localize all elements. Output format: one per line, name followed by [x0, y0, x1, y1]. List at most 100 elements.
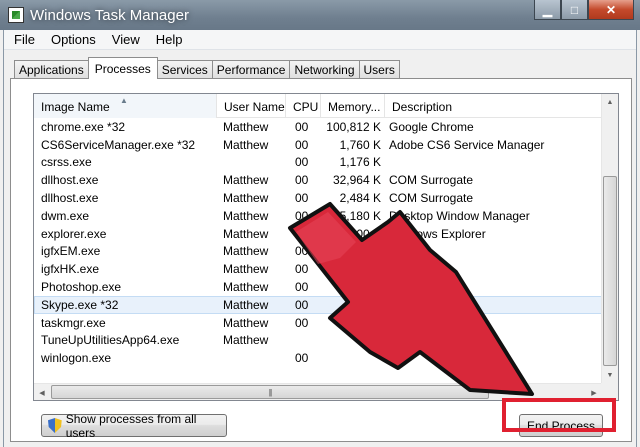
- horizontal-scrollbar[interactable]: ◀ ||| ▶: [34, 383, 603, 400]
- cell-name: csrss.exe: [41, 155, 92, 170]
- cell-name: CS6ServiceManager.exe *32: [41, 137, 196, 152]
- tab-users[interactable]: Users: [358, 60, 400, 79]
- cell-description: Windows Explorer: [389, 226, 486, 241]
- cell-description: Adobe CS6 Service Manager: [389, 137, 545, 152]
- cell-cpu: 00: [295, 155, 309, 170]
- cell-name: igfxEM.exe: [41, 244, 101, 259]
- cell-name: Photoshop.exe: [41, 280, 122, 295]
- process-row[interactable]: dllhost.exe Matthew 00 2,484 K COM Surrogate: [34, 189, 603, 207]
- process-rows: chrome.exe *32 Matthew 00 100,812 K Google C…: [34, 118, 603, 367]
- tab-performance[interactable]: Performance: [211, 60, 291, 79]
- column-image-name[interactable]: ▲ Image Name: [34, 94, 217, 118]
- cell-description: hop CS6: [389, 280, 436, 295]
- scroll-right-icon[interactable]: ▶: [586, 384, 602, 400]
- cell-description: dule: [389, 244, 412, 259]
- show-all-users-label: Show processes from all users: [65, 411, 197, 440]
- process-row[interactable]: dllhost.exe Matthew 00 32,964 K COM Surrogat…: [34, 171, 603, 189]
- tab-networking[interactable]: Networking: [289, 60, 360, 79]
- menu-help[interactable]: Help: [148, 32, 191, 47]
- cell-cpu: 00: [295, 208, 309, 223]
- maximize-button[interactable]: □: [561, 0, 588, 20]
- process-row[interactable]: csrss.exe 00 1,176 K: [34, 154, 603, 172]
- cell-name: chrome.exe *32: [41, 119, 126, 134]
- close-button[interactable]: ✕: [588, 0, 634, 20]
- cell-cpu: 00: [295, 119, 309, 134]
- cell-cpu: 00: [295, 280, 309, 295]
- cell-user: Matthew: [223, 244, 269, 259]
- cell-description: COM Surrogate: [389, 191, 474, 206]
- cell-user: Matthew: [223, 226, 269, 241]
- process-row[interactable]: Photoshop.exe Matthew 00 58 hop CS6: [34, 278, 603, 296]
- horizontal-scroll-thumb[interactable]: |||: [51, 385, 489, 399]
- cell-name: dllhost.exe: [41, 173, 99, 188]
- processes-panel: ▲ Image Name User Name CPU Memory... Des…: [10, 78, 632, 442]
- cell-cpu: 00: [295, 315, 309, 330]
- process-row[interactable]: explorer.exe Matthew 00 900 K Windows Explor…: [34, 225, 603, 243]
- cell-name: explorer.exe: [41, 226, 107, 241]
- process-row[interactable]: winlogon.exe 00: [34, 349, 603, 367]
- title-bar[interactable]: Windows Task Manager ▁ □ ✕: [0, 0, 640, 30]
- cell-user: Matthew: [223, 262, 269, 277]
- vertical-scroll-thumb[interactable]: [603, 176, 617, 366]
- cell-cpu: 00: [295, 297, 309, 312]
- column-description[interactable]: Description: [385, 94, 603, 118]
- process-row[interactable]: chrome.exe *32 Matthew 00 100,812 K Google C…: [34, 118, 603, 136]
- window-title: Windows Task Manager: [30, 6, 189, 24]
- menu-file[interactable]: File: [4, 32, 43, 47]
- cell-name: Skype.exe *32: [41, 297, 119, 312]
- tab-processes[interactable]: Processes: [87, 57, 158, 79]
- window-body: File Options View Help Applications Proc…: [3, 30, 637, 447]
- cell-memory: 32,964 K: [332, 173, 381, 188]
- process-row[interactable]: Skype.exe *32 Matthew 00 75: [34, 295, 603, 314]
- process-list[interactable]: ▲ Image Name User Name CPU Memory... Des…: [33, 93, 619, 401]
- cell-memory: 100,812 K: [326, 119, 381, 134]
- cell-name: igfxHK.exe: [41, 262, 100, 277]
- process-row[interactable]: taskmgr.exe Matthew 00 Manager: [34, 314, 603, 332]
- end-process-button[interactable]: End Process: [519, 414, 603, 437]
- cell-description: Manager: [389, 315, 437, 330]
- column-cpu[interactable]: CPU: [286, 94, 321, 118]
- cell-cpu: 00: [295, 351, 309, 366]
- cell-cpu: 00: [295, 191, 309, 206]
- cell-user: Matthew: [223, 191, 269, 206]
- column-user-name[interactable]: User Name: [217, 94, 286, 118]
- sort-ascending-icon: ▲: [120, 96, 128, 105]
- list-header: ▲ Image Name User Name CPU Memory... Des…: [34, 94, 603, 118]
- process-row[interactable]: dwm.exe Matthew 00 15,180 K Desktop Window M…: [34, 207, 603, 225]
- cell-user: Matthew: [223, 137, 269, 152]
- tab-services[interactable]: Services: [156, 60, 213, 79]
- process-row[interactable]: igfxHK.exe Matthew 00 dule: [34, 260, 603, 278]
- window-controls: ▁ □ ✕: [534, 0, 634, 20]
- vertical-scrollbar[interactable]: ▲ ▼: [601, 94, 618, 384]
- scroll-grip-icon: |||: [268, 387, 272, 397]
- cell-memory: 2,484 K: [339, 191, 381, 206]
- menu-bar: File Options View Help: [4, 30, 636, 50]
- cell-memory: 75: [367, 297, 381, 312]
- task-manager-icon: [8, 7, 24, 23]
- cell-description: dule: [389, 262, 412, 277]
- menu-options[interactable]: Options: [43, 32, 104, 47]
- scroll-up-icon[interactable]: ▲: [602, 94, 618, 111]
- cell-memory: 15,180 K: [332, 208, 381, 223]
- cell-description: Google Chrome: [389, 119, 474, 134]
- process-row[interactable]: CS6ServiceManager.exe *32 Matthew 00 1,760 …: [34, 136, 603, 154]
- scroll-down-icon[interactable]: ▼: [602, 367, 618, 384]
- cell-memory: 900 K: [349, 226, 381, 241]
- column-memory[interactable]: Memory...: [321, 94, 385, 118]
- cell-user: Matthew: [223, 315, 269, 330]
- cell-user: Matthew: [223, 297, 269, 312]
- cell-user: Matthew: [223, 333, 269, 348]
- show-all-users-button[interactable]: Show processes from all users: [41, 411, 227, 440]
- cell-user: Matthew: [223, 208, 269, 223]
- process-row[interactable]: TuneUpUtilitiesApp64.exe Matthew: [34, 332, 603, 350]
- process-row[interactable]: igfxEM.exe Matthew 00 dule: [34, 243, 603, 261]
- cell-memory: 58: [367, 280, 381, 295]
- minimize-button[interactable]: ▁: [534, 0, 561, 20]
- scroll-left-icon[interactable]: ◀: [34, 384, 50, 400]
- cell-user: Matthew: [223, 173, 269, 188]
- menu-view[interactable]: View: [104, 32, 148, 47]
- cell-user: Matthew: [223, 119, 269, 134]
- cell-name: taskmgr.exe: [41, 315, 106, 330]
- cell-name: winlogon.exe: [41, 351, 112, 366]
- tab-applications[interactable]: Applications: [14, 60, 89, 79]
